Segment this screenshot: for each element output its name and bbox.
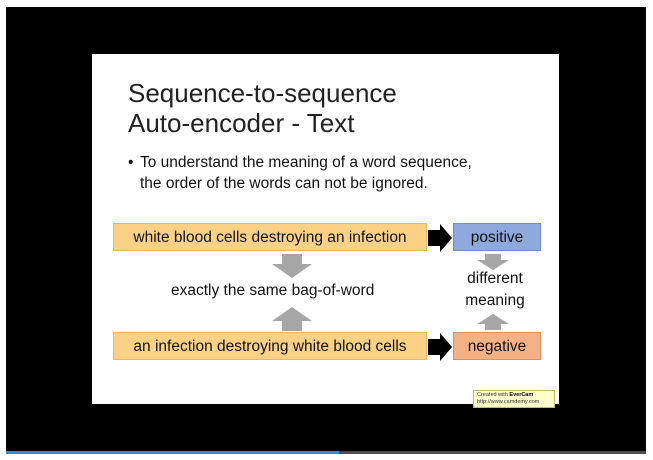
slide: Sequence-to-sequence Auto-encoder - Text… — [92, 54, 559, 408]
gray-arrow-up-right — [477, 314, 509, 330]
gray-arrow-up — [272, 307, 312, 331]
different-meaning-label: different meaning — [455, 268, 535, 312]
title-line-2: Auto-encoder - Text — [128, 108, 355, 138]
slide-title: Sequence-to-sequence Auto-encoder - Text — [128, 78, 397, 138]
different-line: different — [467, 270, 523, 287]
progress-bar[interactable] — [6, 451, 646, 454]
bullet-line-2: the order of the words can not be ignore… — [140, 175, 428, 192]
positive-box: positive — [453, 223, 541, 251]
watermark-brand: EverCam — [509, 392, 534, 398]
bag-of-word-label: exactly the same bag-of-word — [171, 282, 375, 299]
negative-box: negative — [453, 332, 541, 360]
meaning-line: meaning — [465, 292, 525, 309]
black-arrow-top — [428, 224, 452, 252]
sentence-box-top: white blood cells destroying an infectio… — [113, 223, 427, 251]
sentence-box-bottom: an infection destroying white blood cell… — [113, 332, 427, 360]
watermark-url: http://www.camdemy.com — [477, 399, 540, 405]
black-arrow-bottom — [428, 333, 452, 361]
bullet-point: • To understand the meaning of a word se… — [128, 152, 548, 194]
bullet-dot: • — [128, 154, 134, 171]
gray-arrow-down — [272, 254, 312, 278]
evercam-watermark: Created with EverCam http://www.camdemy.… — [473, 390, 555, 408]
video-player[interactable]: Sequence-to-sequence Auto-encoder - Text… — [6, 7, 646, 451]
watermark-prefix: Created with — [477, 392, 510, 398]
title-line-1: Sequence-to-sequence — [128, 78, 397, 108]
progress-fill — [6, 451, 339, 454]
bullet-line-1: To understand the meaning of a word sequ… — [140, 154, 472, 171]
